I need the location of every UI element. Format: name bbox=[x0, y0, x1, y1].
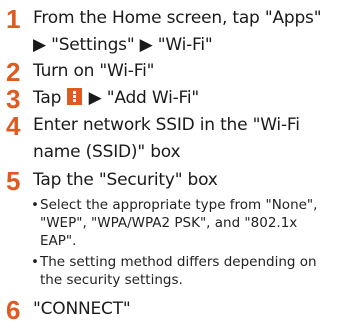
step-number: 5 bbox=[6, 166, 21, 196]
step-note: • The setting method differs depending o… bbox=[31, 253, 360, 289]
note-line: Select the appropriate type from "None", bbox=[40, 197, 318, 213]
step-number: 6 bbox=[6, 295, 21, 325]
step-note: • Select the appropriate type from "None… bbox=[31, 196, 360, 250]
step-text-suffix: ▶ "Add Wi-Fi" bbox=[88, 88, 200, 108]
step-number: 1 bbox=[6, 4, 21, 34]
instructions-page: 1 From the Home screen, tap "Apps" ▶ "Se… bbox=[0, 0, 362, 326]
step-text-line: Tap the "Security" box bbox=[33, 170, 218, 190]
more-vertical-icon bbox=[67, 88, 83, 105]
step-text-line: "CONNECT" bbox=[33, 299, 131, 319]
step-text-line: From the Home screen, tap "Apps" bbox=[33, 8, 322, 28]
note-line: EAP". bbox=[40, 233, 77, 249]
note-line: The setting method differs depending on bbox=[40, 254, 317, 270]
step-number: 2 bbox=[6, 57, 21, 87]
note-line: "WEP", "WPA/WPA2 PSK", and "802.1x bbox=[40, 215, 298, 231]
step-number: 3 bbox=[6, 84, 21, 114]
note-line: the security settings. bbox=[40, 272, 183, 288]
step-text-prefix: Tap bbox=[33, 88, 62, 108]
step-text-line: ▶ "Settings" ▶ "Wi-Fi" bbox=[33, 35, 213, 55]
step-text-line: Turn on "Wi-Fi" bbox=[33, 61, 155, 81]
step-text-line: Tap ▶ "Add Wi-Fi" bbox=[33, 86, 199, 110]
step-text-line: name (SSID)" box bbox=[33, 142, 181, 162]
step-number: 4 bbox=[6, 111, 21, 141]
step-text-line: Enter network SSID in the "Wi-Fi bbox=[33, 115, 300, 135]
bullet: • bbox=[31, 197, 39, 213]
bullet: • bbox=[31, 254, 39, 270]
